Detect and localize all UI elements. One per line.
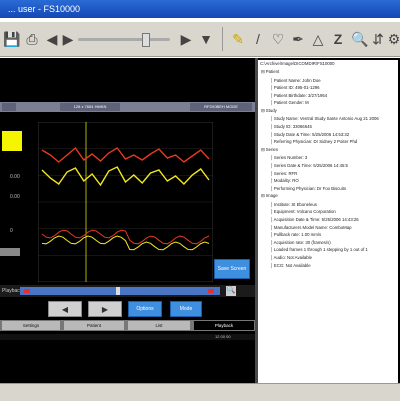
tree-item[interactable]: │ Manufacturers Model Name: ComboMap bbox=[270, 225, 352, 230]
heart-icon[interactable]: ♡ bbox=[268, 29, 288, 49]
save-icon[interactable]: 💾 bbox=[2, 29, 22, 49]
left-value-2: 0.00 bbox=[10, 194, 20, 200]
triangle-icon[interactable]: △ bbox=[308, 29, 328, 49]
tree-item[interactable]: │ Pullback rate: 1.00 mm/s bbox=[270, 232, 321, 237]
tree-item[interactable]: │ Patient Birthdate: 3/27/1954 bbox=[270, 93, 327, 98]
playback-end-marker[interactable] bbox=[208, 289, 214, 293]
tree-item[interactable]: │ Study Name: Ventral Study Sante Antoni… bbox=[270, 116, 379, 121]
plot-svg bbox=[38, 122, 213, 282]
main-area: 128 x 7654 HMKN RF3X0BEH MODE 0.00 0.00 … bbox=[0, 58, 400, 383]
frame-slider[interactable] bbox=[78, 33, 170, 47]
tree-item[interactable]: │ Study Date & Time: 5/25/2006 14:53:32 bbox=[270, 132, 349, 137]
tree-item[interactable]: │ Patient Name: John Doe bbox=[270, 78, 321, 83]
tree-item[interactable]: │ Referring Physician: Dr Sidney 2 Poite… bbox=[270, 139, 357, 144]
tree-item[interactable]: │ Patient Gender: M bbox=[270, 100, 309, 105]
header-tab-1[interactable] bbox=[2, 103, 16, 111]
magnifier-icon[interactable]: 🔍 bbox=[350, 29, 370, 49]
tab-settings[interactable]: Settings bbox=[2, 321, 60, 330]
viewer-header: 128 x 7654 HMKN RF3X0BEH MODE bbox=[0, 102, 255, 112]
tree-item[interactable]: │ ECG: Not Available bbox=[270, 263, 311, 268]
tree-item[interactable]: │ Acquisition Date & Time: 5/25/2006 14:… bbox=[270, 217, 359, 222]
tree-path: C:\Archive\Image\DICOMDIR\FS10000 bbox=[260, 61, 335, 66]
header-tab-2[interactable]: 128 x 7654 HMKN bbox=[60, 103, 120, 111]
print-icon[interactable]: ⎙ bbox=[22, 29, 42, 49]
toolbar: 💾 ⎙ ◀ ▶ ▶ ▼ ✎ / ♡ ✒ △ Z 🔍 ⇵ ⚙ bbox=[0, 22, 400, 57]
tree-group[interactable]: ⊟ Series bbox=[261, 147, 278, 153]
side-marker bbox=[0, 248, 20, 256]
tree-item[interactable]: │ Loaded frames 1 through 1 stepping by … bbox=[270, 247, 368, 252]
tree-item[interactable]: │ Patient ID: 495-01-1296 bbox=[270, 85, 320, 90]
viewer-pane: 128 x 7654 HMKN RF3X0BEH MODE 0.00 0.00 … bbox=[0, 58, 255, 383]
tree-item[interactable]: │ Modality: RO bbox=[270, 178, 299, 183]
tree-item[interactable]: │ Institute: St Eboneleus bbox=[270, 202, 317, 207]
tab-playback[interactable]: Playback bbox=[194, 321, 254, 330]
status-bar bbox=[0, 383, 400, 401]
window-titlebar: ... user - FS10000 bbox=[0, 0, 400, 18]
tree-group[interactable]: ⊟ Image bbox=[261, 193, 278, 199]
save-screen-button[interactable]: Save Screen bbox=[214, 259, 250, 279]
prev-frame-button[interactable]: ◀ bbox=[48, 301, 82, 317]
viewer-footer: 12 00 00 bbox=[0, 334, 255, 340]
pen-icon[interactable]: ✒ bbox=[288, 29, 308, 49]
options-button[interactable]: Options bbox=[128, 301, 162, 317]
playback-track[interactable] bbox=[20, 287, 220, 295]
forward-icon[interactable]: ▶ bbox=[58, 29, 78, 49]
tree-item[interactable]: │ Performing Physician: Dr Foo Biscuits bbox=[270, 186, 346, 191]
dropdown-icon[interactable]: ▼ bbox=[196, 29, 216, 49]
marker-icon[interactable]: ✎ bbox=[228, 29, 248, 49]
mode-button[interactable]: Mode bbox=[170, 301, 202, 317]
playback-thumb[interactable] bbox=[116, 287, 120, 295]
line-icon[interactable]: / bbox=[248, 29, 268, 49]
settings-icon[interactable]: ⚙ bbox=[384, 29, 400, 49]
tree-item[interactable]: │ Series: RFR bbox=[270, 171, 297, 176]
zoom-icon[interactable]: 🔍 bbox=[226, 286, 236, 296]
zoom-z-icon[interactable]: Z bbox=[328, 29, 348, 49]
playback-bar: Playback 🔍 bbox=[0, 285, 255, 297]
info-tree-pane: C:\Archive\Image\DICOMDIR\FS10000 ⊟ Pati… bbox=[258, 60, 398, 383]
header-tab-3[interactable]: RF3X0BEH MODE bbox=[190, 103, 252, 111]
tree-item[interactable]: │ Series Number: 3 bbox=[270, 155, 307, 160]
left-value-3: 0 bbox=[10, 228, 13, 234]
tab-patient[interactable]: Patient bbox=[64, 321, 124, 330]
toolbar-separator bbox=[222, 27, 223, 51]
next-frame-button[interactable]: ▶ bbox=[88, 301, 122, 317]
next-icon[interactable]: ▶ bbox=[176, 29, 196, 49]
tree-item[interactable]: │ Series Date & Time: 5/25/2006 14:45:5 bbox=[270, 163, 348, 168]
tree-group[interactable]: ⊟ Study bbox=[261, 108, 277, 114]
tree-group[interactable]: ⊟ Patient bbox=[261, 69, 279, 75]
playback-start-marker[interactable] bbox=[24, 289, 30, 293]
footer-text: 12 00 00 bbox=[215, 334, 231, 339]
tree-item[interactable]: │ Study ID: 33066645 bbox=[270, 124, 312, 129]
tree-item[interactable]: │ Acquisition rate: 30 (frames/s) bbox=[270, 240, 331, 245]
color-indicator bbox=[2, 131, 22, 151]
slider-thumb[interactable] bbox=[142, 33, 150, 47]
tree-item[interactable]: │ Equipment: Volcano Corporation bbox=[270, 209, 336, 214]
tree-item[interactable]: │ Audio: Not Available bbox=[270, 255, 312, 260]
window-title: ... user - FS10000 bbox=[8, 4, 81, 14]
viewer-tabs: Settings Patient List Playback bbox=[0, 320, 255, 331]
tab-list[interactable]: List bbox=[128, 321, 190, 330]
left-value-1: 0.00 bbox=[10, 174, 20, 180]
